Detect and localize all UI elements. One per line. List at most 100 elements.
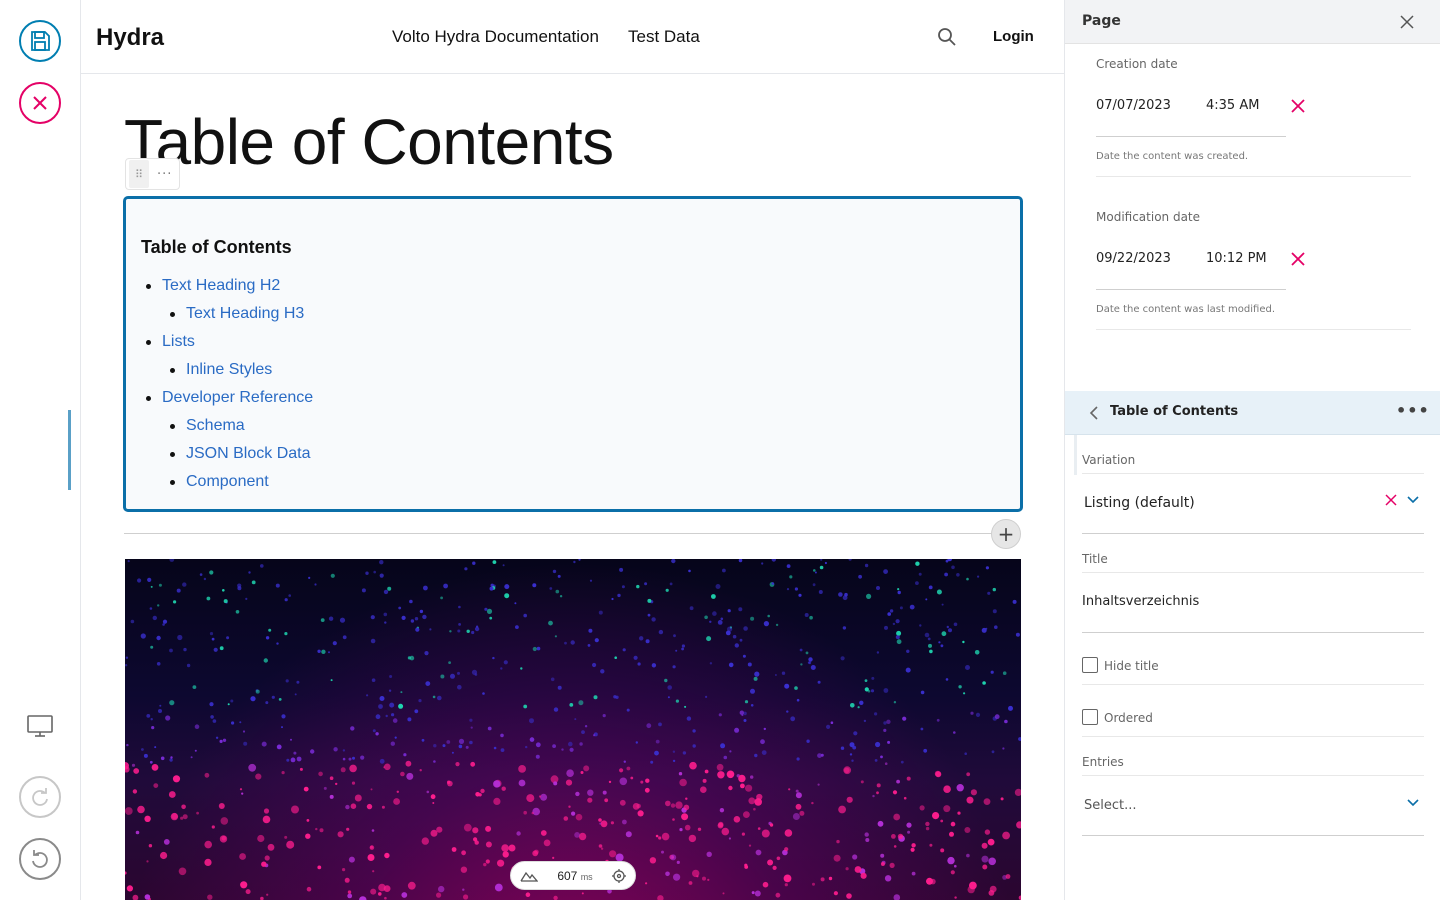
entries-label: Entries — [1082, 755, 1124, 769]
toc-link[interactable]: Text Heading H2 — [146, 277, 281, 295]
toc-link[interactable]: Lists — [146, 333, 195, 351]
clear-icon[interactable] — [1385, 494, 1397, 506]
toc-link-label: Text Heading H2 — [162, 277, 281, 294]
mountain-icon — [520, 871, 539, 882]
toc-link-label: JSON Block Data — [186, 445, 311, 462]
bullet-icon — [170, 368, 175, 373]
toc-heading: Table of Contents — [141, 237, 292, 257]
image-block[interactable] — [125, 559, 1021, 900]
toc-link[interactable]: Inline Styles — [170, 361, 273, 379]
title-underline — [1082, 632, 1424, 633]
redo-button[interactable] — [19, 776, 61, 818]
modification-date-input[interactable]: 09/22/2023 — [1096, 251, 1171, 266]
entries-underline — [1082, 835, 1424, 836]
ordered-checkbox[interactable] — [1082, 709, 1098, 725]
close-icon[interactable] — [1399, 14, 1415, 30]
block-divider — [124, 533, 992, 534]
toc-link[interactable]: Developer Reference — [146, 389, 314, 407]
field-separator — [1082, 684, 1424, 685]
variation-underline — [1082, 533, 1424, 534]
block-panel-header: Table of Contents ••• — [1065, 391, 1440, 435]
site-logo[interactable]: Hydra — [96, 24, 164, 52]
bullet-icon — [146, 284, 151, 289]
speed-unit: ms — [580, 871, 593, 882]
bullet-icon — [146, 340, 151, 345]
search-icon[interactable] — [937, 27, 957, 47]
variation-label: Variation — [1082, 453, 1136, 467]
drag-handle-icon[interactable]: ⠿ — [129, 160, 149, 188]
bullet-icon — [170, 312, 175, 317]
chevron-down-icon[interactable] — [1406, 494, 1420, 506]
block-menu-button[interactable]: ··· — [157, 167, 172, 182]
field-separator — [1082, 473, 1424, 474]
close-circle-icon — [33, 96, 47, 110]
add-block-button[interactable]: + — [991, 519, 1021, 549]
undo-icon — [32, 850, 48, 868]
page-title[interactable]: Table of Contents — [124, 102, 614, 182]
toc-block[interactable]: Table of Contents Text Heading H2 Text H… — [124, 197, 1022, 511]
chevron-down-icon[interactable] — [1406, 797, 1420, 809]
field-separator — [1082, 775, 1424, 776]
toc-link[interactable]: Component — [170, 473, 269, 491]
clear-icon[interactable] — [1291, 252, 1305, 266]
modification-date-help: Date the content was last modified. — [1096, 304, 1276, 315]
cancel-button[interactable] — [19, 82, 61, 124]
field-separator — [1082, 736, 1424, 737]
toc-link-label: Developer Reference — [162, 389, 314, 406]
field-separator — [1082, 572, 1424, 573]
crosshair-icon — [611, 868, 626, 883]
save-button[interactable] — [19, 20, 61, 62]
bullet-icon — [170, 480, 175, 485]
site-header: Hydra Volto Hydra Documentation Test Dat… — [81, 0, 1064, 74]
editor-toolbar — [0, 0, 81, 900]
nav-link-documentation[interactable]: Volto Hydra Documentation — [392, 27, 599, 47]
modification-date-underline — [1096, 289, 1286, 290]
sidebar-title: Page — [1082, 13, 1121, 29]
toc-link[interactable]: Text Heading H3 — [170, 305, 305, 323]
variation-select[interactable]: Listing (default) — [1084, 495, 1195, 511]
speed-value: 607 ms — [557, 869, 592, 883]
ordered-label: Ordered — [1104, 711, 1153, 725]
sidebar-header: Page — [1065, 0, 1440, 44]
toolbar-scroll-indicator — [68, 410, 71, 490]
clear-icon[interactable] — [1291, 99, 1305, 113]
toc-link[interactable]: Schema — [170, 417, 245, 435]
creation-time-input[interactable]: 4:35 AM — [1206, 98, 1259, 113]
block-panel-title: Table of Contents — [1110, 404, 1239, 419]
entries-select[interactable]: Select... — [1084, 798, 1137, 813]
hide-title-label: Hide title — [1104, 659, 1159, 673]
more-options-button[interactable]: ••• — [1396, 401, 1430, 420]
toc-link-label: Text Heading H3 — [186, 305, 305, 322]
speed-insights-pill[interactable]: 607 ms — [510, 861, 636, 890]
microscopy-image — [125, 559, 1021, 900]
bullet-icon — [170, 452, 175, 457]
title-input[interactable]: Inhaltsverzeichnis — [1082, 594, 1199, 609]
login-link[interactable]: Login — [993, 28, 1034, 45]
toc-link-label: Component — [186, 473, 269, 490]
block-toolbar: ⠿ ··· — [125, 158, 180, 190]
modification-time-input[interactable]: 10:12 PM — [1206, 251, 1267, 266]
nav-link-test-data[interactable]: Test Data — [628, 27, 700, 47]
creation-date-label: Creation date — [1096, 57, 1178, 71]
toc-link-label: Inline Styles — [186, 361, 273, 378]
panel-accent — [1074, 435, 1077, 475]
creation-date-input[interactable]: 07/07/2023 — [1096, 98, 1171, 113]
bullet-icon — [146, 396, 151, 401]
title-label: Title — [1082, 552, 1108, 566]
creation-date-underline — [1096, 136, 1286, 137]
bullet-icon — [170, 424, 175, 429]
chevron-left-icon[interactable] — [1087, 405, 1101, 421]
modification-date-label: Modification date — [1096, 210, 1201, 224]
toc-link-label: Lists — [162, 333, 195, 350]
save-icon — [31, 31, 50, 51]
redo-icon — [32, 788, 48, 806]
monitor-icon[interactable] — [26, 714, 54, 738]
speed-number: 607 — [557, 868, 578, 883]
undo-button[interactable] — [19, 838, 61, 880]
toc-link[interactable]: JSON Block Data — [170, 445, 311, 463]
sidebar: Page Creation date 07/07/2023 4:35 AM Da… — [1064, 0, 1440, 900]
toc-link-label: Schema — [186, 417, 245, 434]
hide-title-checkbox[interactable] — [1082, 657, 1098, 673]
creation-date-help: Date the content was created. — [1096, 151, 1249, 162]
field-separator — [1096, 176, 1411, 177]
